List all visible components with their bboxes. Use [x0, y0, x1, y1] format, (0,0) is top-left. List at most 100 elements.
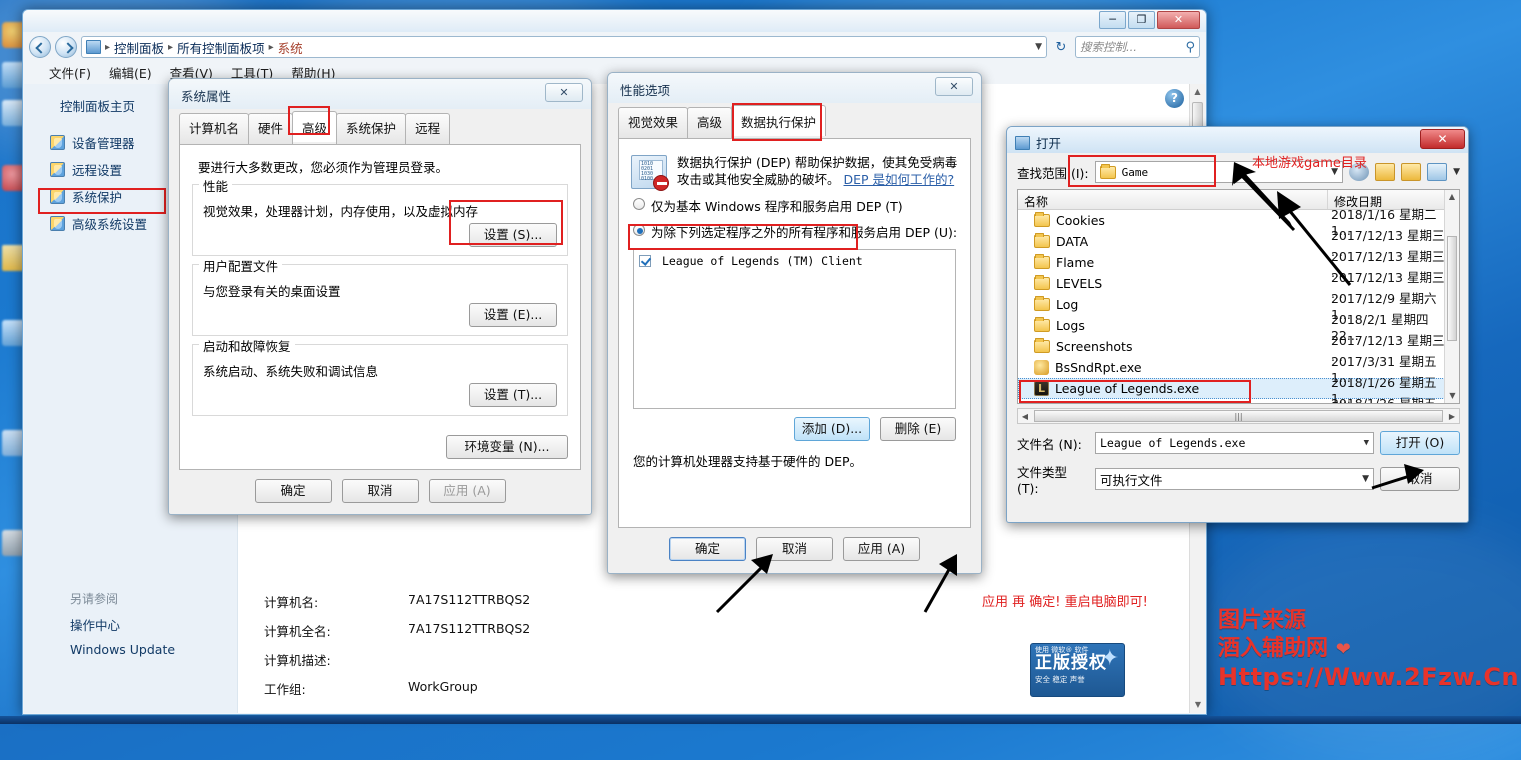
back-button[interactable]	[29, 36, 51, 58]
user-profiles-settings-button[interactable]: 设置 (E)...	[469, 303, 557, 327]
control-panel-titlebar[interactable]: ─ ❐ ✕	[23, 10, 1206, 32]
user-profiles-description: 与您登录有关的桌面设置	[203, 284, 341, 299]
folder-icon	[1034, 317, 1050, 332]
scrollbar-thumb[interactable]	[1447, 236, 1457, 341]
add-button[interactable]: 添加 (D)...	[794, 417, 870, 441]
watermark-url: Https://Www.2Fzw.Cn	[1218, 663, 1520, 691]
file-type-select[interactable]: 可执行文件 ▼	[1095, 468, 1374, 490]
see-also-action-center[interactable]: 操作中心	[24, 607, 237, 634]
radio-except-icon[interactable]	[633, 224, 645, 236]
radio-except-row[interactable]: 为除下列选定程序之外的所有程序和服务启用 DEP (U):	[619, 215, 970, 241]
dep-exception-list[interactable]: League of Legends (TM) Client	[633, 249, 956, 409]
open-dialog-titlebar[interactable]: 打开 ✕	[1007, 127, 1468, 153]
shield-icon	[50, 135, 65, 150]
close-icon[interactable]: ✕	[545, 83, 583, 102]
radio-basic-row[interactable]: 仅为基本 Windows 程序和服务启用 DEP (T)	[619, 189, 970, 215]
startup-recovery-legend: 启动和故障恢复	[199, 336, 295, 355]
advanced-intro: 要进行大多数更改，您必须作为管理员登录。	[198, 160, 449, 175]
tab-computer-name[interactable]: 计算机名	[179, 113, 250, 144]
forward-button[interactable]	[55, 36, 77, 58]
taskbar[interactable]	[0, 716, 1521, 724]
annotation-lookin-note: 本地游戏game目录	[1252, 156, 1367, 171]
file-name: Flame	[1056, 255, 1095, 270]
file-name-row: 文件名 (N): League of Legends.exe ▼ 打开 (O)	[1007, 424, 1468, 455]
file-list-hscrollbar[interactable]: ◀ ||| ▶	[1017, 408, 1460, 424]
column-header-name[interactable]: 名称	[1018, 190, 1328, 209]
views-icon[interactable]	[1427, 163, 1448, 181]
performance-options-titlebar[interactable]: 性能选项 ✕	[608, 73, 981, 103]
help-icon[interactable]: ?	[1165, 89, 1184, 108]
scroll-up-icon[interactable]: ▲	[1190, 84, 1205, 100]
checkbox-icon[interactable]	[639, 255, 651, 267]
startup-recovery-group: 启动和故障恢复 系统启动、系统失败和调试信息 设置 (T)...	[192, 336, 568, 416]
menu-edit[interactable]: 编辑(E)	[109, 63, 152, 82]
breadcrumb-item-2[interactable]: 系统	[278, 38, 303, 57]
cancel-button[interactable]: 取消	[1380, 467, 1460, 491]
apply-button[interactable]: 应用 (A)	[843, 537, 920, 561]
control-panel-icon	[86, 40, 101, 54]
system-properties-titlebar[interactable]: 系统属性 ✕	[169, 79, 591, 109]
performance-group: 性能 视觉效果，处理器计划，内存使用，以及虚拟内存 设置 (S)...	[192, 176, 568, 256]
menu-file[interactable]: 文件(F)	[49, 63, 91, 82]
dep-help-link[interactable]: DEP 是如何工作的?	[844, 172, 955, 187]
scroll-up-icon[interactable]: ▲	[1445, 190, 1459, 204]
table-row[interactable]: tp3helper.exe 2018/1/26 星期五 1...	[1018, 396, 1459, 403]
cancel-button[interactable]: 取消	[756, 537, 833, 561]
tab-system-protection[interactable]: 系统保护	[336, 113, 407, 144]
search-input[interactable]: 搜索控制... ⚲	[1075, 36, 1200, 58]
environment-variables-button[interactable]: 环境变量 (N)...	[446, 435, 568, 459]
scroll-down-icon[interactable]: ▼	[1190, 697, 1205, 713]
folder-icon	[1034, 233, 1050, 248]
ok-button[interactable]: 确定	[254, 479, 332, 503]
system-properties-dialog: 系统属性 ✕ 计算机名 硬件 高级 系统保护 远程 要进行大多数更改，您必须作为…	[168, 78, 592, 515]
tab-remote[interactable]: 远程	[405, 113, 451, 144]
delete-button[interactable]: 删除 (E)	[880, 417, 956, 441]
chevron-down-icon[interactable]: ▼	[1035, 42, 1042, 52]
ok-button[interactable]: 确定	[669, 537, 746, 561]
tab-hardware[interactable]: 硬件	[248, 113, 294, 144]
minimize-button[interactable]: ─	[1099, 11, 1126, 29]
hscrollbar-thumb[interactable]: |||	[1034, 410, 1443, 422]
tab-advanced[interactable]: 高级	[687, 107, 733, 138]
dep-icon: 1010 0201 1030 0100	[631, 155, 669, 191]
radio-except-label: 为除下列选定程序之外的所有程序和服务启用 DEP (U):	[651, 225, 958, 240]
apply-button[interactable]: 应用 (A)	[428, 479, 506, 503]
up-folder-icon[interactable]	[1375, 163, 1396, 181]
list-item[interactable]: League of Legends (TM) Client	[639, 254, 950, 268]
breadcrumb-item-0[interactable]: 控制面板	[114, 38, 164, 57]
cancel-button[interactable]: 取消	[341, 479, 419, 503]
file-type-row: 文件类型 (T): 可执行文件 ▼ 取消	[1007, 455, 1468, 496]
file-name: League of Legends.exe	[1055, 381, 1200, 396]
folder-icon	[1034, 212, 1050, 227]
chevron-down-icon[interactable]: ▼	[1364, 438, 1369, 448]
breadcrumb-item-1[interactable]: 所有控制面板项	[177, 38, 265, 57]
new-folder-icon[interactable]	[1401, 163, 1422, 181]
file-list[interactable]: 名称 修改日期 Cookies 2018/1/16 星期二 1... DATA …	[1017, 189, 1460, 404]
tab-data-execution-prevention[interactable]: 数据执行保护	[731, 105, 827, 136]
performance-description: 视觉效果，处理器计划，内存使用，以及虚拟内存	[203, 204, 479, 219]
spec-key: 计算机描述:	[264, 653, 331, 668]
views-caret-icon[interactable]: ▼	[1453, 167, 1460, 177]
maximize-button[interactable]: ❐	[1128, 11, 1155, 29]
tab-advanced[interactable]: 高级	[292, 111, 338, 142]
chevron-down-icon[interactable]: ▼	[1362, 474, 1369, 484]
scroll-right-icon[interactable]: ▶	[1445, 412, 1459, 421]
file-name: Logs	[1056, 318, 1085, 333]
performance-settings-button[interactable]: 设置 (S)...	[469, 223, 557, 247]
file-name-input[interactable]: League of Legends.exe ▼	[1095, 432, 1374, 454]
shield-icon	[50, 216, 65, 231]
close-icon[interactable]: ✕	[935, 77, 973, 96]
startup-recovery-settings-button[interactable]: 设置 (T)...	[469, 383, 557, 407]
scroll-down-icon[interactable]: ▼	[1445, 389, 1459, 403]
tab-visual-effects[interactable]: 视觉效果	[618, 107, 689, 138]
list-item-label: League of Legends (TM) Client	[661, 254, 863, 268]
scroll-left-icon[interactable]: ◀	[1018, 412, 1032, 421]
refresh-icon[interactable]: ↻	[1051, 40, 1071, 55]
close-icon[interactable]: ✕	[1420, 129, 1465, 149]
radio-basic-icon[interactable]	[633, 198, 645, 210]
file-list-scrollbar[interactable]: ▲ ▼	[1444, 190, 1459, 403]
breadcrumb[interactable]: ▸ 控制面板 ▸ 所有控制面板项 ▸ 系统 ▼	[81, 36, 1047, 58]
close-button[interactable]: ✕	[1157, 11, 1200, 29]
see-also-windows-update[interactable]: Windows Update	[24, 634, 237, 657]
open-button[interactable]: 打开 (O)	[1380, 431, 1460, 455]
